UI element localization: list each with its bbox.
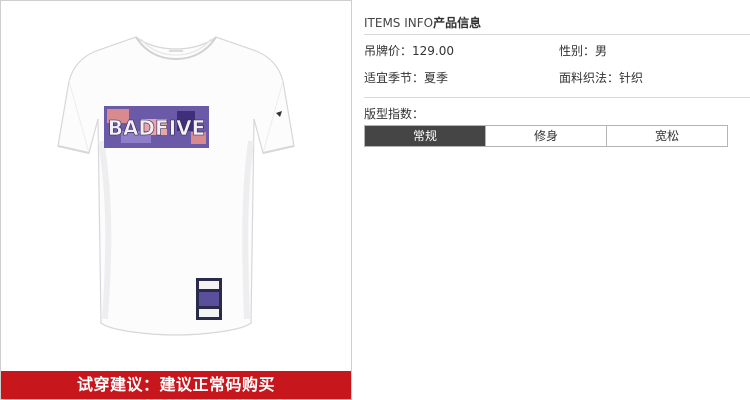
fit-suggestion-banner: 试穿建议：建议正常码购买: [1, 371, 351, 399]
divider: [364, 97, 750, 98]
fit-option-regular[interactable]: 常规: [365, 126, 486, 146]
attr-value: 男: [595, 44, 608, 58]
chest-print-text: BADFIVE: [108, 116, 206, 140]
info-header-en: ITEMS INFO: [364, 16, 434, 30]
info-header: ITEMS INFO产品信息: [364, 13, 750, 35]
attr-season: 适宜季节：夏季: [364, 70, 448, 86]
attr-label: 性别：: [559, 44, 596, 58]
product-image-panel: BADFIVE 试穿建议：建议正常码购买: [0, 0, 352, 400]
attr-label: 吊牌价：: [364, 44, 413, 58]
attr-label: 适宜季节：: [364, 71, 425, 85]
attr-fabric: 面料织法：针织: [559, 70, 643, 86]
attr-tag-price: 吊牌价：129.00: [364, 43, 454, 59]
product-info-panel: ITEMS INFO产品信息 吊牌价：129.00 性别：男 适宜季节：夏季 面…: [364, 0, 750, 400]
attr-value: 针织: [619, 71, 644, 85]
attr-label: 面料织法：: [559, 71, 620, 85]
fit-index-title: 版型指数：: [364, 107, 425, 121]
attr-value: 夏季: [424, 71, 449, 85]
fit-option-slim[interactable]: 修身: [486, 126, 607, 146]
fit-index-scale: 常规 修身 宽松: [364, 125, 728, 147]
attr-gender: 性别：男: [559, 43, 607, 59]
chest-print: BADFIVE: [104, 106, 209, 148]
product-image: BADFIVE: [1, 1, 351, 373]
hem-badge: [196, 278, 222, 320]
attr-value: 129.00: [412, 44, 455, 58]
info-header-cn: 产品信息: [433, 16, 482, 30]
fit-option-loose[interactable]: 宽松: [607, 126, 727, 146]
